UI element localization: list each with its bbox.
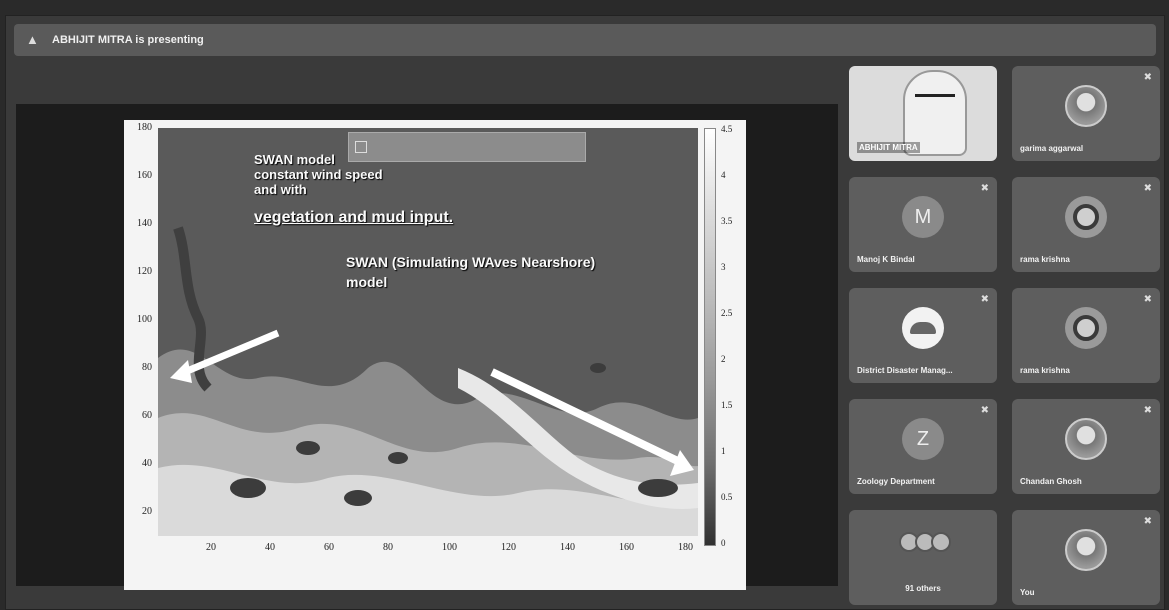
participant-name: 91 others bbox=[905, 584, 941, 593]
x-axis-tick: 140 bbox=[560, 542, 575, 553]
x-axis-tick: 100 bbox=[442, 542, 457, 553]
avatar: Z bbox=[902, 418, 944, 460]
mic-off-icon: ✖ bbox=[980, 294, 989, 305]
colorbar-tick: 0.5 bbox=[721, 492, 733, 502]
participant-tile[interactable]: 91 others bbox=[849, 510, 997, 605]
model-caption-line-1: SWAN (Simulating WAves Nearshore) bbox=[346, 254, 596, 270]
y-axis-tick: 120 bbox=[137, 266, 152, 277]
colorbar-tick: 4.5 bbox=[721, 124, 733, 134]
mic-off-icon: ✖ bbox=[980, 405, 989, 416]
participant-tile[interactable]: ✖ rama krishna bbox=[1012, 288, 1160, 383]
avatar bbox=[902, 307, 944, 349]
x-axis-tick: 120 bbox=[501, 542, 516, 553]
colorbar bbox=[704, 128, 716, 546]
x-axis-tick: 180 bbox=[678, 542, 693, 553]
contour-plot bbox=[158, 128, 698, 536]
notification-toast[interactable] bbox=[348, 132, 586, 162]
mic-off-icon: ✖ bbox=[1143, 183, 1152, 194]
avatar: M bbox=[902, 196, 944, 238]
x-axis-tick: 80 bbox=[383, 542, 393, 553]
y-axis-tick: 20 bbox=[142, 506, 152, 517]
participant-tile[interactable]: ✖ District Disaster Manag... bbox=[849, 288, 997, 383]
mic-off-icon: ✖ bbox=[1143, 72, 1152, 83]
colorbar-tick: 2 bbox=[721, 354, 726, 364]
avatar bbox=[1065, 85, 1107, 127]
y-axis-tick: 160 bbox=[137, 170, 152, 181]
mic-off-icon: ✖ bbox=[1143, 405, 1152, 416]
slide-subtitle: vegetation and mud input. bbox=[254, 209, 454, 226]
participant-name: rama krishna bbox=[1020, 255, 1070, 264]
model-caption-line-2: model bbox=[346, 274, 388, 290]
participant-tile[interactable]: ✖ rama krishna bbox=[1012, 177, 1160, 272]
x-axis-tick: 20 bbox=[206, 542, 216, 553]
participant-name: Chandan Ghosh bbox=[1020, 477, 1082, 486]
colorbar-tick: 4 bbox=[721, 170, 726, 180]
colorbar-tick: 3.5 bbox=[721, 216, 733, 226]
participant-tile[interactable]: ABHIJIT MITRA bbox=[849, 66, 997, 161]
participant-tile[interactable]: ✖ You bbox=[1012, 510, 1160, 605]
colorbar-tick: 0 bbox=[721, 538, 726, 548]
x-axis-tick: 60 bbox=[324, 542, 334, 553]
avatar bbox=[1065, 307, 1107, 349]
presentation-slide: SWAN model constant wind speed and with … bbox=[124, 120, 746, 590]
avatar bbox=[1065, 418, 1107, 460]
participant-tile[interactable]: ✖ garima aggarwal bbox=[1012, 66, 1160, 161]
y-axis-tick: 40 bbox=[142, 458, 152, 469]
y-axis-tick: 100 bbox=[137, 314, 152, 325]
participant-tile[interactable]: M ✖ Manoj K Bindal bbox=[849, 177, 997, 272]
colorbar-tick: 1.5 bbox=[721, 400, 733, 410]
y-axis-tick: 140 bbox=[137, 218, 152, 229]
colorbar-tick: 2.5 bbox=[721, 308, 733, 318]
glasses-shape bbox=[915, 94, 955, 102]
participant-name: garima aggarwal bbox=[1020, 144, 1084, 153]
present-to-all-icon: ▲ bbox=[26, 32, 39, 47]
participant-name: Manoj K Bindal bbox=[857, 255, 915, 264]
colorbar-tick: 1 bbox=[721, 446, 726, 456]
x-axis-tick: 160 bbox=[619, 542, 634, 553]
x-axis-tick: 40 bbox=[265, 542, 275, 553]
participant-name: District Disaster Manag... bbox=[857, 366, 953, 375]
colorbar-tick: 3 bbox=[721, 262, 726, 272]
presenting-text: ABHIJIT MITRA is presenting bbox=[52, 34, 204, 46]
shared-screen[interactable]: SWAN model constant wind speed and with … bbox=[16, 104, 838, 590]
avatar bbox=[1065, 196, 1107, 238]
presenting-banner[interactable]: ▲ ABHIJIT MITRA is presenting bbox=[14, 24, 1156, 56]
mic-off-icon: ✖ bbox=[1143, 294, 1152, 305]
participant-name: rama krishna bbox=[1020, 366, 1070, 375]
participant-tile[interactable]: Z ✖ Zoology Department bbox=[849, 399, 997, 494]
participant-name: ABHIJIT MITRA bbox=[857, 142, 920, 153]
wave-height-map: SWAN model constant wind speed and with … bbox=[158, 128, 698, 536]
avatar bbox=[1065, 529, 1107, 571]
mic-off-icon: ✖ bbox=[980, 183, 989, 194]
meeting-window: ▲ ABHIJIT MITRA is presenting SWAN model… bbox=[5, 15, 1165, 610]
avatar bbox=[931, 532, 951, 552]
participant-name: You bbox=[1020, 588, 1035, 597]
participant-name: Zoology Department bbox=[857, 477, 935, 486]
participant-tile[interactable]: ✖ Chandan Ghosh bbox=[1012, 399, 1160, 494]
others-avatars bbox=[899, 532, 951, 552]
y-axis-tick: 180 bbox=[137, 122, 152, 133]
slide-title: SWAN model constant wind speed and with bbox=[254, 152, 383, 197]
y-axis-tick: 80 bbox=[142, 362, 152, 373]
mic-off-icon: ✖ bbox=[1143, 516, 1152, 527]
y-axis-tick: 60 bbox=[142, 410, 152, 421]
